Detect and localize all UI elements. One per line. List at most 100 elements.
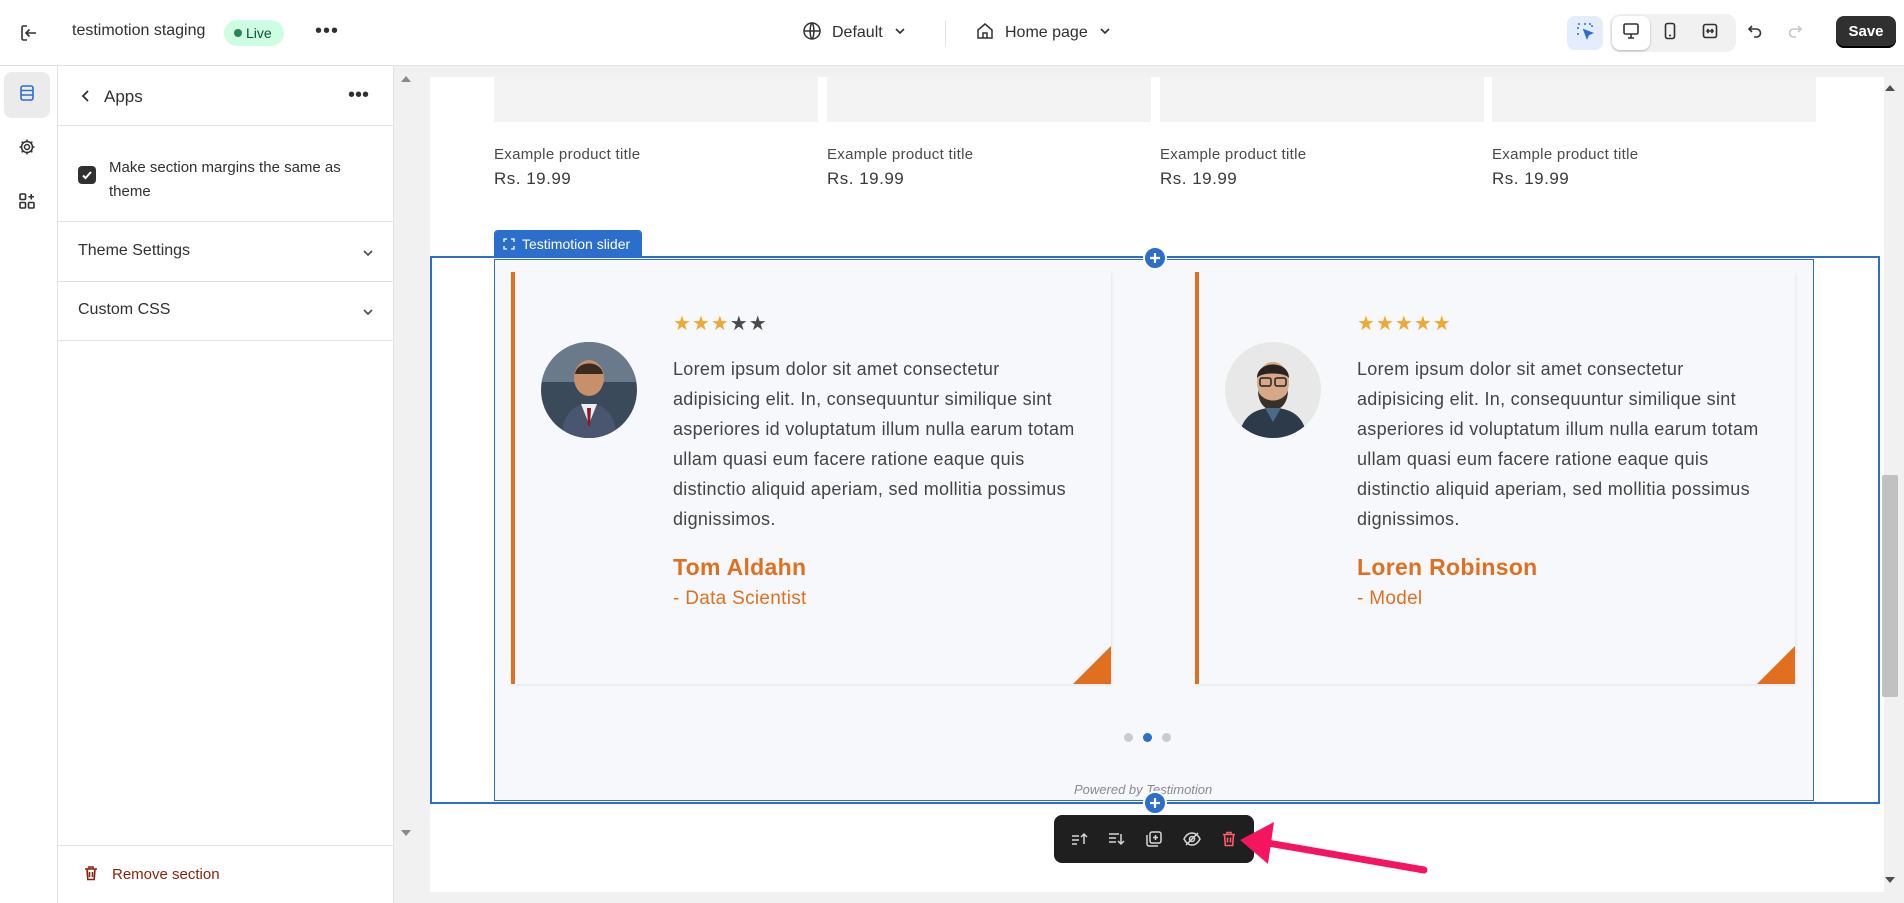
apps-nav-button[interactable] [4, 180, 50, 226]
product-price: Rs. 19.99 [494, 169, 572, 188]
add-section-above-button[interactable] [1143, 246, 1167, 270]
sidebar-header: Apps ••• [58, 66, 394, 126]
product-image [1492, 77, 1816, 122]
accordion-custom-css[interactable]: Custom CSS [58, 282, 394, 341]
save-button[interactable]: Save [1836, 16, 1896, 48]
scroll-up-arrow[interactable] [401, 76, 411, 82]
testimonial-slider: ★ ★ ★ ★ ★ Lorem ipsum dolor sit amet consect… [494, 259, 1814, 801]
sections-icon [18, 84, 36, 107]
star-filled-icon: ★ [710, 313, 729, 335]
product-card[interactable]: Example product title Rs. 19.99 [1160, 77, 1484, 189]
move-down-icon[interactable] [1101, 824, 1131, 854]
star-empty-icon: ★ [729, 313, 748, 335]
mobile-icon [1661, 22, 1679, 45]
margins-checkbox[interactable] [78, 166, 96, 184]
product-image [1160, 77, 1484, 122]
desktop-view-button[interactable] [1613, 16, 1649, 50]
scroll-thumb[interactable] [1882, 475, 1898, 697]
fullwidth-view-button[interactable] [1692, 16, 1728, 50]
preview-scrollbar[interactable] [1878, 77, 1902, 892]
slider-pagination [1124, 733, 1171, 742]
margins-checkbox-label[interactable]: Make section margins the same as theme [109, 156, 369, 204]
move-up-icon[interactable] [1064, 824, 1094, 854]
scroll-up-arrow[interactable] [1885, 85, 1895, 91]
product-grid: Example product title Rs. 19.99 Example … [494, 77, 1826, 197]
exit-icon[interactable] [18, 22, 40, 44]
accordion-label: Theme Settings [78, 242, 191, 259]
sidebar-scrollbar[interactable] [394, 66, 418, 903]
apps-icon [18, 192, 36, 215]
accordion-label: Custom CSS [78, 301, 171, 318]
divider [945, 20, 946, 46]
scroll-down-arrow[interactable] [401, 830, 411, 836]
star-filled-icon: ★ [1394, 313, 1413, 335]
section-tag[interactable]: Testimotion slider [494, 230, 643, 258]
mobile-view-button[interactable] [1652, 16, 1688, 50]
more-actions-button[interactable]: ••• [314, 18, 340, 44]
back-icon[interactable] [76, 86, 96, 106]
chevron-down-icon [1098, 24, 1112, 43]
globe-icon [802, 21, 822, 46]
star-filled-icon: ★ [1375, 313, 1394, 335]
scroll-down-arrow[interactable] [1885, 877, 1895, 883]
slider-dot[interactable] [1143, 733, 1152, 742]
product-card[interactable]: Example product title Rs. 19.99 [827, 77, 1151, 189]
sections-nav-button[interactable] [4, 72, 50, 118]
annotation-arrow [1240, 822, 1428, 874]
slider-dot[interactable] [1124, 733, 1133, 742]
theme-select[interactable]: Default [802, 20, 907, 46]
card-corner-accent [1757, 646, 1795, 684]
slider-dot[interactable] [1162, 733, 1171, 742]
chevron-down-icon [893, 24, 907, 43]
page-select[interactable]: Home page [975, 20, 1112, 46]
section-actions-toolbar [1054, 815, 1254, 863]
product-price: Rs. 19.99 [1160, 169, 1238, 188]
testimonial-role: - Model [1357, 588, 1423, 609]
testimonial-name: Loren Robinson [1357, 554, 1538, 580]
product-card[interactable]: Example product title Rs. 19.99 [494, 77, 818, 189]
star-filled-icon: ★ [691, 313, 710, 335]
product-card[interactable]: Example product title Rs. 19.99 [1492, 77, 1816, 189]
section-tag-label: Testimotion slider [522, 236, 631, 252]
avatar [541, 342, 637, 438]
star-filled-icon: ★ [673, 313, 691, 335]
redo-button[interactable] [1777, 16, 1813, 50]
product-price: Rs. 19.99 [1492, 169, 1570, 188]
product-image [494, 77, 818, 122]
powered-by-text: Powered by Testimotion [1074, 782, 1213, 797]
chevron-down-icon [360, 245, 376, 266]
product-title: Example product title [1492, 146, 1639, 163]
product-title: Example product title [827, 146, 974, 163]
star-rating: ★ ★ ★ ★ ★ [1357, 314, 1451, 334]
inspector-toggle-button[interactable] [1567, 16, 1603, 50]
undo-button[interactable] [1737, 16, 1773, 50]
testimonial-card: ★ ★ ★ ★ ★ Lorem ipsum dolor sit amet consect… [1195, 272, 1795, 684]
status-badge: Live [224, 20, 284, 46]
testimonial-quote: Lorem ipsum dolor sit amet consectetur a… [1357, 359, 1759, 529]
redo-icon [1786, 22, 1804, 45]
trash-icon [82, 864, 100, 886]
store-name: testimotion staging [72, 22, 206, 39]
remove-section-button[interactable]: Remove section [82, 864, 220, 886]
desktop-icon [1622, 22, 1640, 45]
theme-settings-nav-button[interactable] [4, 126, 50, 172]
editor-topbar: testimotion staging Live ••• Default Hom… [0, 0, 1904, 66]
testimonial-card: ★ ★ ★ ★ ★ Lorem ipsum dolor sit amet consect… [511, 272, 1111, 684]
undo-icon [1746, 22, 1764, 45]
avatar [1225, 342, 1321, 438]
expand-icon [1701, 22, 1719, 45]
gear-icon [18, 138, 36, 161]
sidebar-more-button[interactable]: ••• [348, 84, 369, 107]
remove-section-label: Remove section [112, 866, 220, 883]
page-select-label: Home page [1005, 24, 1088, 41]
duplicate-icon[interactable] [1139, 824, 1169, 854]
star-filled-icon: ★ [1432, 313, 1451, 335]
chevron-down-icon [360, 304, 376, 325]
add-section-below-button[interactable] [1143, 791, 1167, 815]
card-corner-accent [1073, 646, 1111, 684]
star-filled-icon: ★ [1413, 313, 1432, 335]
settings-sidebar: Apps ••• Make section margins the same a… [58, 66, 418, 903]
accordion-theme-settings[interactable]: Theme Settings [58, 223, 394, 282]
star-rating: ★ ★ ★ ★ ★ [673, 314, 767, 334]
hide-icon[interactable] [1177, 824, 1207, 854]
